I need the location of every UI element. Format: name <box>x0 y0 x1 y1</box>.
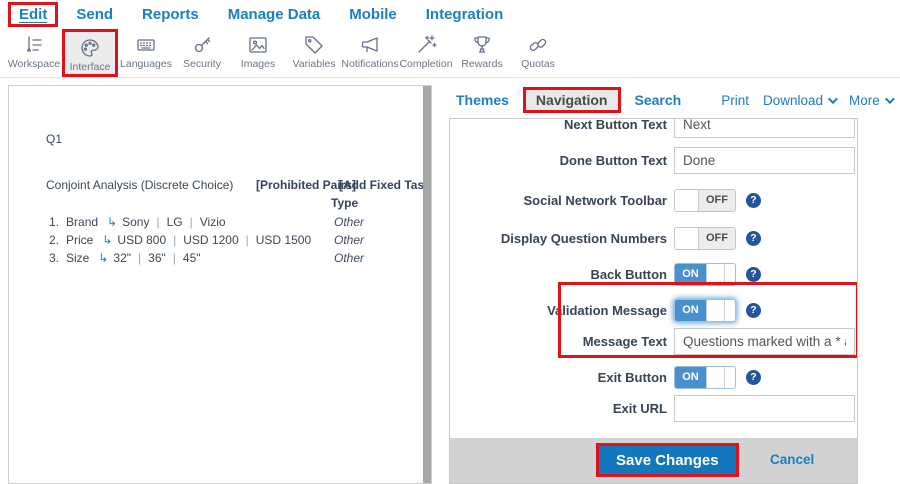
toggle-knob <box>675 228 699 249</box>
add-fixed-tasks-link[interactable]: [Add Fixed Tasks <box>339 178 432 192</box>
field-label: Display Question Numbers <box>450 231 667 246</box>
chevron-down-icon <box>885 94 895 104</box>
toggle-knob <box>706 264 725 285</box>
field-label: Back Button <box>450 267 667 282</box>
field-label: Done Button Text <box>450 153 667 168</box>
interface-icon <box>78 36 102 60</box>
form-row-done-button-text: Done Button Text <box>450 146 857 174</box>
navigation-settings-form: Next Button Text Done Button Text Social… <box>449 118 858 484</box>
toolbar-item-images[interactable]: Images <box>230 29 286 77</box>
completion-icon <box>414 33 438 57</box>
display-question-numbers-toggle[interactable]: OFF <box>674 227 736 250</box>
field-label: Exit Button <box>450 370 667 385</box>
notifications-icon <box>358 33 382 57</box>
form-row-back-button: Back Button ON ? <box>450 260 857 288</box>
row-type: Other <box>334 233 364 247</box>
tab-navigation[interactable]: Navigation <box>523 87 621 113</box>
toolbar-item-variables[interactable]: Variables <box>286 29 342 77</box>
nav-item-edit[interactable]: Edit <box>8 2 58 27</box>
survey-editor-window: Edit Send Reports Manage Data Mobile Int… <box>0 0 900 484</box>
toggle-knob <box>706 300 725 321</box>
back-button-toggle[interactable]: ON <box>674 263 736 286</box>
workspace-icon <box>22 33 46 57</box>
form-row-exit-url: Exit URL <box>450 394 857 422</box>
settings-panel-header: Themes Navigation Search Print Download … <box>448 87 900 113</box>
nav-item-send[interactable]: Send <box>76 6 113 23</box>
attribute-row: 1.Brand↳Sony|LG|Vizio Other <box>49 215 431 229</box>
edit-toolbar: Workspace Interface Languages Security I… <box>0 29 900 78</box>
variables-icon <box>302 33 326 57</box>
toolbar-item-workspace[interactable]: Workspace <box>6 29 62 77</box>
form-row-social-network-toolbar: Social Network Toolbar OFF ? <box>450 186 857 214</box>
nav-item-reports[interactable]: Reports <box>142 6 199 23</box>
quotas-icon <box>526 33 550 57</box>
form-row-validation-message: Validation Message ON ? <box>450 296 857 324</box>
social-network-toolbar-toggle[interactable]: OFF <box>674 189 736 212</box>
tab-search[interactable]: Search <box>635 92 682 108</box>
help-icon[interactable]: ? <box>746 303 761 318</box>
nav-item-mobile[interactable]: Mobile <box>349 6 397 23</box>
field-label: Validation Message <box>450 303 667 318</box>
form-row-display-question-numbers: Display Question Numbers OFF ? <box>450 224 857 252</box>
attribute-row: 3.Size↳32"|36"|45" Other <box>49 251 431 265</box>
validation-message-toggle[interactable]: ON <box>674 299 736 322</box>
help-icon[interactable]: ? <box>746 370 761 385</box>
type-column-header: Type <box>331 196 358 210</box>
interface-settings-panel: Themes Navigation Search Print Download … <box>448 85 900 484</box>
next-button-text-input[interactable] <box>674 118 855 138</box>
field-label: Message Text <box>450 334 667 349</box>
field-label: Social Network Toolbar <box>450 193 667 208</box>
left-panel-scrollbar[interactable] <box>423 86 431 483</box>
form-row-exit-button: Exit Button ON ? <box>450 363 857 391</box>
form-footer: Save Changes Cancel <box>450 438 857 484</box>
toolbar-item-security[interactable]: Security <box>174 29 230 77</box>
toggle-knob <box>675 190 699 211</box>
top-nav: Edit Send Reports Manage Data Mobile Int… <box>0 0 900 29</box>
form-row-message-text: Message Text <box>450 327 857 355</box>
exit-url-input[interactable] <box>674 395 855 422</box>
branch-arrow-icon: ↳ <box>102 233 112 247</box>
toolbar-item-interface[interactable]: Interface <box>62 29 118 77</box>
nav-item-manage-data[interactable]: Manage Data <box>228 6 321 23</box>
toolbar-item-quotas[interactable]: Quotas <box>510 29 566 77</box>
cancel-link[interactable]: Cancel <box>770 452 814 467</box>
more-link[interactable]: More <box>849 93 892 108</box>
toolbar-item-languages[interactable]: Languages <box>118 29 174 77</box>
chevron-down-icon <box>828 94 838 104</box>
question-title: Conjoint Analysis (Discrete Choice) <box>46 178 233 192</box>
rewards-icon <box>470 33 494 57</box>
branch-arrow-icon: ↳ <box>98 251 108 265</box>
branch-arrow-icon: ↳ <box>107 215 117 229</box>
exit-button-toggle[interactable]: ON <box>674 366 736 389</box>
print-link[interactable]: Print <box>721 93 749 108</box>
panel-actions: Print Download More ✕ <box>707 90 900 110</box>
message-text-input[interactable] <box>674 328 855 355</box>
field-label: Next Button Text <box>450 118 667 132</box>
security-icon <box>190 33 214 57</box>
toolbar-item-notifications[interactable]: Notifications <box>342 29 398 77</box>
images-icon <box>246 33 270 57</box>
row-type: Other <box>334 251 364 265</box>
save-changes-button[interactable]: Save Changes <box>599 446 736 474</box>
survey-preview-panel: Q1 Conjoint Analysis (Discrete Choice) [… <box>8 85 432 484</box>
download-link[interactable]: Download <box>763 93 835 108</box>
done-button-text-input[interactable] <box>674 147 855 174</box>
help-icon[interactable]: ? <box>746 231 761 246</box>
toolbar-item-rewards[interactable]: Rewards <box>454 29 510 77</box>
form-row-next-button-text: Next Button Text <box>450 118 857 138</box>
toolbar-item-completion[interactable]: Completion <box>398 29 454 77</box>
row-type: Other <box>334 215 364 229</box>
attribute-row: 2.Price↳USD 800|USD 1200|USD 1500 Other <box>49 233 431 247</box>
languages-icon <box>134 33 158 57</box>
field-label: Exit URL <box>450 401 667 416</box>
nav-item-integration[interactable]: Integration <box>426 6 504 23</box>
toggle-knob <box>706 367 725 388</box>
help-icon[interactable]: ? <box>746 267 761 282</box>
question-code: Q1 <box>46 132 62 146</box>
scrollbar-thumb[interactable] <box>423 86 431 483</box>
help-icon[interactable]: ? <box>746 193 761 208</box>
tab-themes[interactable]: Themes <box>456 92 509 108</box>
